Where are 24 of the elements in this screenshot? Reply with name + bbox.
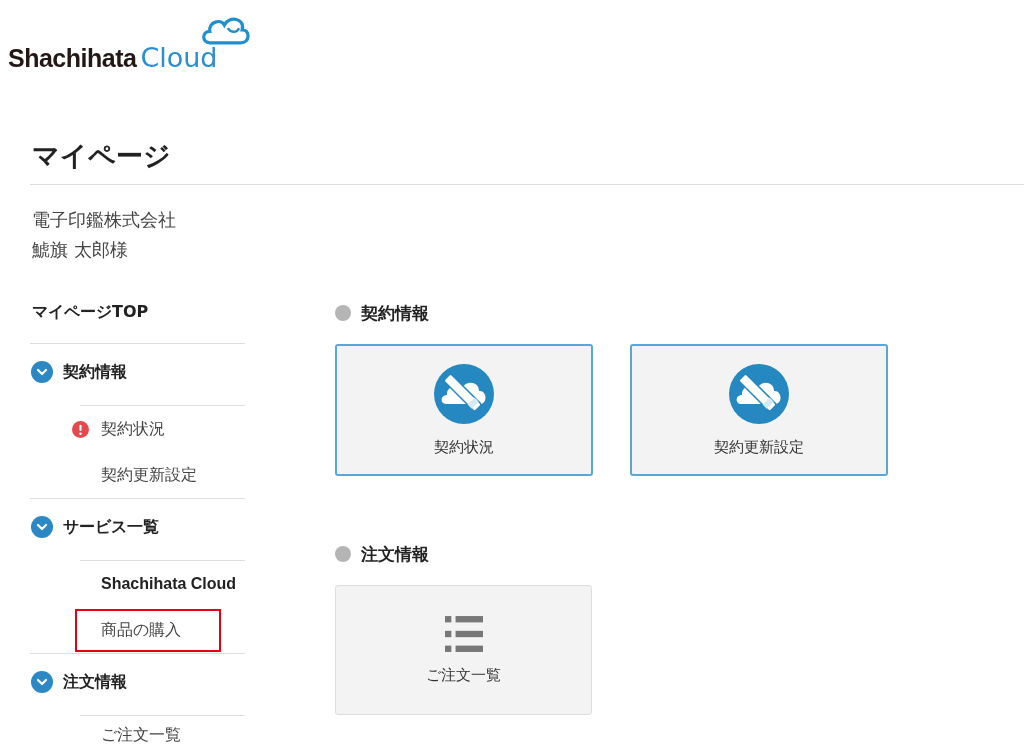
menu-card[interactable]: 契約状況 <box>335 344 593 476</box>
sidebar-link[interactable]: ご注文一覧 <box>80 713 221 753</box>
user-name: 鯱旗 太郎様 <box>32 238 129 262</box>
mypage-top-link[interactable]: マイページTOP <box>30 293 245 344</box>
page-title: マイページ <box>30 138 1024 185</box>
logo-text: Cloud <box>140 42 218 73</box>
sidebar-section-link[interactable]: 契約情報 <box>63 361 127 383</box>
bullet-icon <box>335 546 351 562</box>
cloud-pen-icon <box>729 363 789 424</box>
sidebar-link[interactable]: 商品の購入 <box>75 608 221 652</box>
bullet-icon <box>335 305 351 321</box>
sidebar-link[interactable]: 契約状況 <box>80 407 205 451</box>
logo-text: Shachihata <box>8 44 137 72</box>
section-heading: 契約情報 <box>361 301 429 325</box>
cloud-pen-icon <box>434 363 494 424</box>
section-heading: 注文情報 <box>361 542 429 566</box>
menu-card[interactable]: ご注文一覧 <box>335 585 592 715</box>
company-name: 電子印鑑株式会社 <box>32 208 177 232</box>
menu-card[interactable]: 契約更新設定 <box>630 344 888 476</box>
sidebar-section-link[interactable]: 注文情報 <box>63 671 127 693</box>
sidebar-link[interactable]: 契約更新設定 <box>80 453 237 497</box>
list-icon <box>444 615 483 652</box>
sidebar-section-link[interactable]: サービス一覧 <box>63 516 159 538</box>
sidebar-subheading: Shachihata Cloud <box>100 574 238 594</box>
